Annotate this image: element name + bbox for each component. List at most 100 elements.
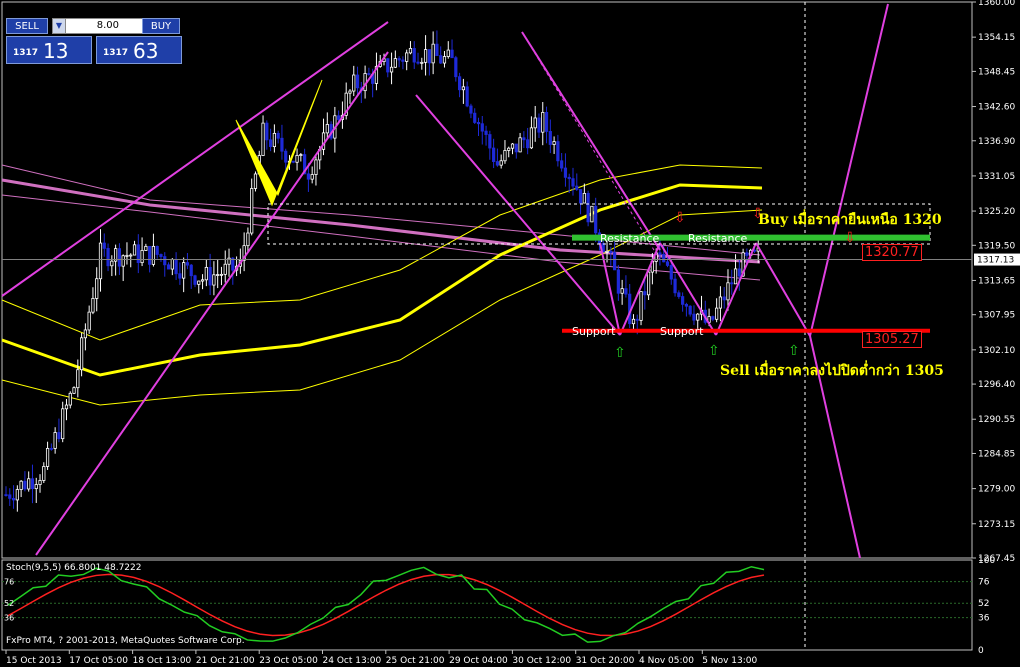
support-label-2: Support <box>660 325 704 338</box>
candle-body <box>461 86 465 91</box>
price-tick-label: 1296.40 <box>978 380 1015 390</box>
stoch-signal-line <box>7 573 765 637</box>
candle-body <box>182 262 186 279</box>
sell-arrow-icon: ⇩ <box>844 230 856 246</box>
candle-body <box>507 147 511 151</box>
candle-body <box>533 117 537 129</box>
candle-body <box>594 205 598 234</box>
candle-body <box>4 494 8 497</box>
stoch-level-label: 36 <box>4 614 14 623</box>
candle-body <box>499 160 503 166</box>
time-tick-label: 23 Oct 05:00 <box>259 656 318 666</box>
candle-body <box>19 480 23 490</box>
candle-body <box>110 260 114 267</box>
candle-body <box>72 387 76 394</box>
candle-body <box>189 264 193 277</box>
candle-body <box>102 242 106 249</box>
candle-body <box>148 245 152 265</box>
price-tick-label: 1319.50 <box>978 241 1015 251</box>
stoch-scale-label: 100 <box>978 556 995 566</box>
candle-body <box>204 266 208 281</box>
candle-body <box>389 66 394 73</box>
candle-body <box>325 124 329 134</box>
candle-body <box>45 448 50 467</box>
candle-body <box>170 258 174 270</box>
candle-body <box>571 178 575 187</box>
candle-body <box>38 480 42 485</box>
candle-body <box>718 296 723 309</box>
candle-body <box>476 122 481 125</box>
price-tick-label: 1336.90 <box>978 137 1015 147</box>
candle-body <box>8 494 12 499</box>
candle-body <box>681 296 685 305</box>
candle-body <box>129 254 133 257</box>
time-tick-label: 15 Oct 2013 <box>6 656 62 666</box>
candle-body <box>261 122 265 156</box>
candle-body <box>526 139 530 149</box>
candle-body <box>208 266 212 286</box>
candle-body <box>560 160 564 169</box>
buy-arrow-icon: ⇧ <box>708 343 720 359</box>
bid-prefix: 1317 <box>13 48 39 58</box>
candle-body <box>492 147 496 162</box>
candle-body <box>284 150 288 163</box>
buy-button[interactable]: BUY <box>142 18 180 34</box>
candle-body <box>639 291 643 321</box>
candle-body <box>541 111 545 133</box>
candle-body <box>465 86 469 107</box>
candle-body <box>624 288 628 295</box>
candle-body <box>268 139 273 147</box>
resistance-label-1: Resistance <box>600 232 660 245</box>
candle-body <box>386 58 390 73</box>
candle-body <box>11 497 16 501</box>
candle-body <box>64 404 69 410</box>
candle-body <box>696 313 700 321</box>
candle-body <box>726 282 730 301</box>
candle-body <box>68 392 72 406</box>
candle-body <box>61 408 65 440</box>
candle-body <box>352 74 356 92</box>
candle-body <box>200 279 205 282</box>
candle-body <box>609 250 613 253</box>
candle-body <box>662 253 666 263</box>
buy-annotation: Buy เมื่อราคายืนเหนือ 1320 <box>758 212 942 228</box>
stoch-level-label: 52 <box>4 599 14 608</box>
candle-body <box>178 273 182 279</box>
sell-button[interactable]: SELL <box>6 18 48 34</box>
candle-body <box>49 448 53 450</box>
price-tick-label: 1360.00 <box>978 0 1015 8</box>
candle-body <box>310 174 314 180</box>
candle-body <box>250 188 254 234</box>
copyright-text: FxPro MT4, ? 2001-2013, MetaQuotes Softw… <box>6 636 245 646</box>
candle-body <box>427 49 431 64</box>
candle-body <box>405 52 409 62</box>
candle-body <box>715 307 719 320</box>
price-tick-label: 1279.00 <box>978 485 1015 495</box>
time-tick-label: 18 Oct 13:00 <box>133 656 192 666</box>
candle-body <box>106 247 110 267</box>
candle-body <box>306 173 311 180</box>
candle-body <box>412 48 416 63</box>
candle-body <box>174 258 178 275</box>
buy-arrow-icon: ⇧ <box>788 343 800 359</box>
lot-size-input[interactable]: ▼ 8.00 <box>52 18 144 34</box>
candle-body <box>737 268 741 277</box>
candle-body <box>42 466 46 481</box>
candle-body <box>337 115 341 120</box>
ask-big-digits: 63 <box>133 39 159 63</box>
candle-body <box>635 318 639 321</box>
candle-body <box>620 288 624 294</box>
bid-price-button[interactable]: 1317 13 <box>6 36 92 64</box>
candle-body <box>688 305 692 315</box>
sell-arrow-icon: ⇩ <box>674 210 686 226</box>
candle-body <box>420 61 424 64</box>
candle-body <box>95 278 99 299</box>
candle-body <box>446 49 450 57</box>
ask-price-button[interactable]: 1317 63 <box>96 36 182 64</box>
lot-dropdown-arrow-icon[interactable]: ▼ <box>53 19 66 33</box>
candle-body <box>673 278 677 294</box>
candle-body <box>647 271 651 296</box>
price-tick-label: 1342.60 <box>978 103 1015 113</box>
candle-body <box>166 264 171 270</box>
candle-body <box>355 74 360 89</box>
